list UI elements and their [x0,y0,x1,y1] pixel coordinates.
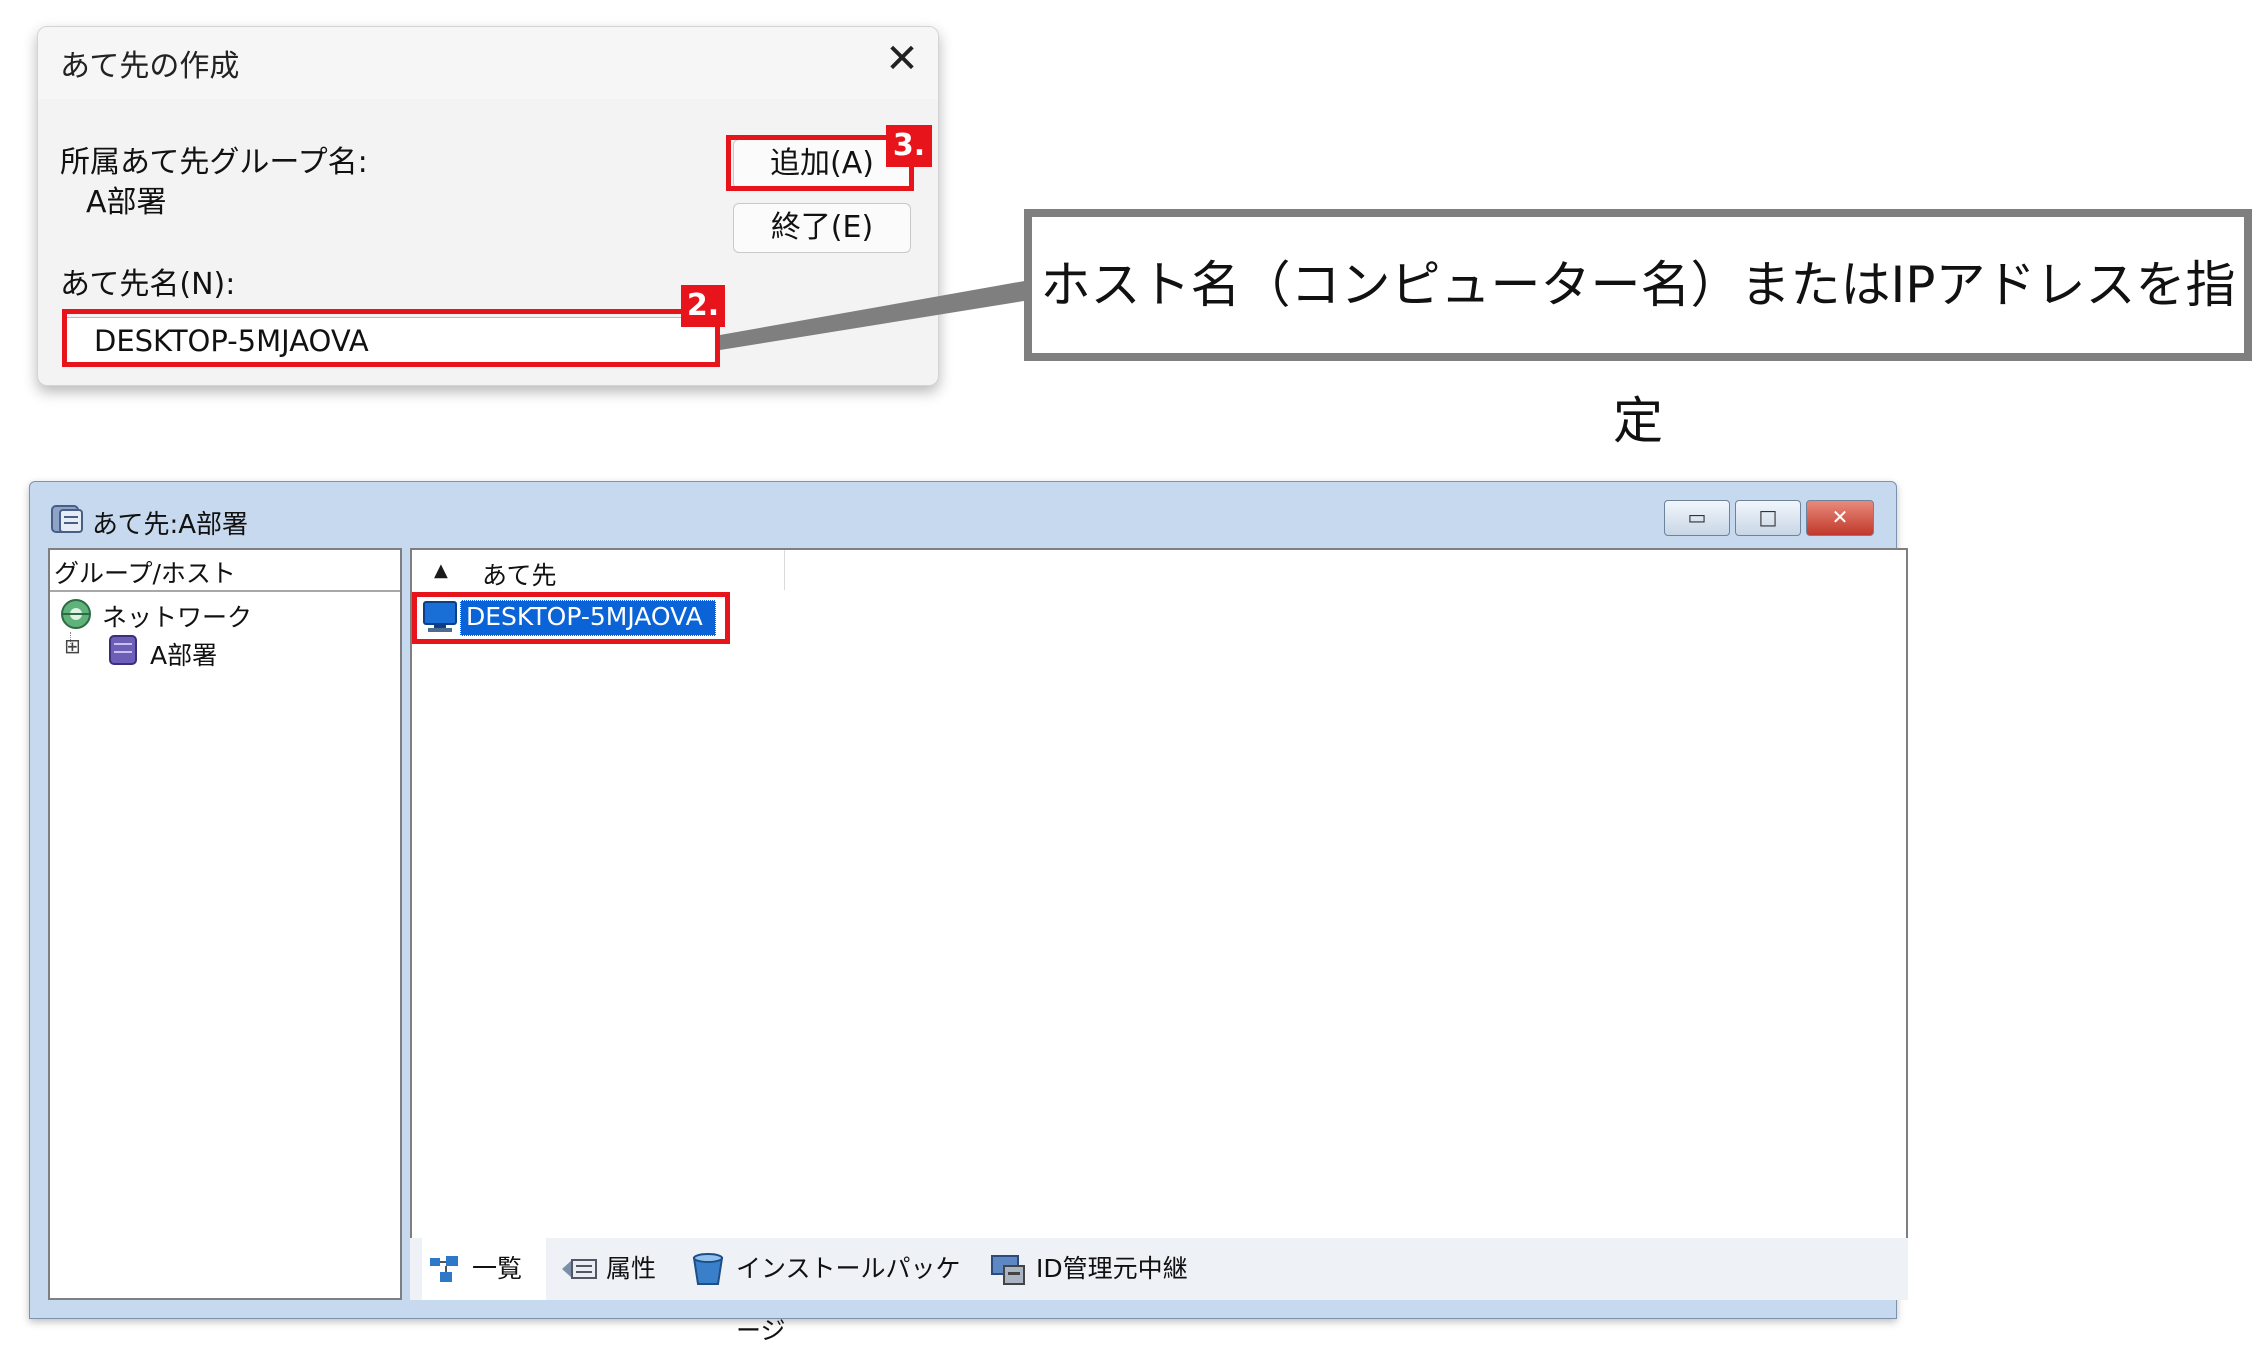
dialog-close-icon[interactable]: ✕ [878,35,926,83]
list-view-icon [430,1256,458,1282]
tab-list-label: 一覧 [472,1254,523,1283]
window-app-icon [51,505,83,533]
tree-header[interactable]: グループ/ホスト [50,550,400,592]
tree-pane[interactable]: グループ/ホスト ネットワーク ⊞ A部署 [48,548,402,1300]
tab-attribute[interactable]: 属性 [556,1238,676,1300]
tree-header-label: グループ/ホスト [54,559,236,588]
list-column-header-label: あて先 [482,561,557,590]
group-name-label: 所属あて先グループ名: [60,145,368,180]
end-button[interactable]: 終了(E) [733,203,911,253]
step-badge-3: 3. [886,125,932,167]
tree-item-network[interactable]: ネットワーク [102,598,252,634]
callout-connector [720,280,1030,350]
minimize-button[interactable]: ▭ [1664,500,1730,536]
destination-name-label: あて先名(N): [60,267,236,302]
sort-ascending-icon: ▲ [434,560,448,581]
tab-list[interactable]: 一覧 [422,1238,546,1300]
attribute-icon [562,1259,597,1279]
group-name-value: A部署 [86,185,167,220]
tab-id-relay-label: ID管理元中継 [1036,1254,1188,1283]
tree-item-a-dept[interactable]: A部署 [150,636,217,672]
dialog-title: あて先の作成 [60,49,240,84]
maximize-button[interactable]: □ [1735,500,1801,536]
group-folder-icon [109,635,137,665]
tab-attribute-label: 属性 [606,1254,657,1283]
list-column-header[interactable]: ▲ あて先 [412,550,785,590]
tab-install-package[interactable]: インストールパッケージ [686,1238,976,1345]
list-item-highlight-box [412,592,730,644]
id-relay-icon [991,1255,1025,1285]
bottom-tab-bar: 一覧 属性 インストールパッケージ ID管理元中継 [410,1238,1908,1345]
tab-id-relay[interactable]: ID管理元中継 [986,1238,1202,1300]
window-title: あて先:A部署 [92,510,249,540]
network-globe-icon [61,599,91,629]
destination-window: あて先:A部署 ▭ □ ✕ グループ/ホスト ネットワーク ⊞ A部署 ▲ あて… [29,481,1908,1345]
install-package-icon [692,1253,724,1285]
tree-expander-icon[interactable]: ⊞ [64,634,81,658]
input-highlight-box [62,309,720,367]
annotation-callout: ホスト名（コンピューター名）またはIPアドレスを指定 [1024,209,2252,450]
destination-list-pane[interactable]: ▲ あて先 DESKTOP-5MJAOVA [410,548,1908,1240]
window-close-button[interactable]: ✕ [1806,500,1874,536]
tab-install-package-label: インストールパッケージ [736,1254,961,1345]
